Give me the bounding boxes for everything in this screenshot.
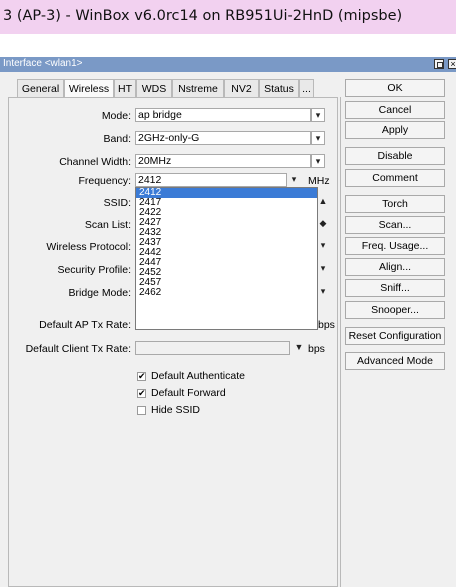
mode-select[interactable]: ap bridge (135, 108, 311, 122)
tab-ht[interactable]: HT (114, 79, 136, 98)
frequency-option[interactable]: 2422 (136, 208, 317, 218)
default-client-tx-rate-label: Default Client Tx Rate: (25, 343, 131, 355)
frequency-input[interactable]: 2412 (135, 173, 287, 187)
tab-wds[interactable]: WDS (136, 79, 172, 98)
frequency-option[interactable]: 2457 (136, 278, 317, 288)
default-forward-label: Default Forward (151, 387, 226, 399)
frequency-option[interactable]: 2442 (136, 248, 317, 258)
window-title: 3 (AP-3) - WinBox v6.0rc14 on RB951Ui-2H… (3, 8, 403, 24)
frequency-option[interactable]: 2452 (136, 268, 317, 278)
sniff-button[interactable]: Sniff... (345, 279, 445, 297)
hide-ssid-label: Hide SSID (151, 404, 201, 416)
comment-button[interactable]: Comment (345, 169, 445, 187)
wireless-protocol-dropdown-icon[interactable]: ▾ (316, 239, 330, 253)
scan-list-label: Scan List: (84, 219, 131, 231)
frequency-option[interactable]: 2412 (136, 188, 317, 198)
bridge-mode-dropdown-icon[interactable]: ▾ (316, 285, 330, 299)
hide-ssid-checkbox[interactable] (137, 406, 146, 415)
close-icon[interactable]: × (448, 59, 456, 69)
dialog-title: Interface <wlan1> (3, 58, 83, 69)
tab-general[interactable]: General (17, 79, 64, 98)
tab-wireless[interactable]: Wireless (64, 79, 114, 99)
reset-configuration-button[interactable]: Reset Configuration (345, 327, 445, 345)
dialog-titlebar: Interface <wlan1> × (0, 57, 456, 72)
scan-list-updown-icon[interactable]: ◆ (316, 217, 330, 231)
cancel-button[interactable]: Cancel (345, 101, 445, 119)
mode-dropdown-icon[interactable]: ▾ (311, 108, 325, 122)
frequency-option[interactable]: 2427 (136, 218, 317, 228)
default-ap-tx-rate-unit: bps (318, 319, 335, 331)
frequency-dropdown-list: 2412 2417 2422 2427 2432 2437 2442 2447 … (135, 187, 318, 330)
default-client-tx-rate-input[interactable] (135, 341, 290, 355)
apply-button[interactable]: Apply (345, 121, 445, 139)
tab-nv2[interactable]: NV2 (224, 79, 259, 98)
maximize-icon[interactable] (434, 59, 444, 69)
tab-status[interactable]: Status (259, 79, 299, 98)
default-client-tx-rate-unit: bps (308, 343, 325, 355)
scan-button[interactable]: Scan... (345, 216, 445, 234)
channel-width-label: Channel Width: (59, 156, 131, 168)
ssid-label: SSID: (103, 197, 131, 209)
frequency-option[interactable]: 2432 (136, 228, 317, 238)
align-button[interactable]: Align... (345, 258, 445, 276)
frequency-option[interactable]: 2417 (136, 198, 317, 208)
default-authenticate-label: Default Authenticate (151, 370, 245, 382)
disable-button[interactable]: Disable (345, 147, 445, 165)
window-titlebar: 3 (AP-3) - WinBox v6.0rc14 on RB951Ui-2H… (0, 0, 456, 34)
freq-usage-button[interactable]: Freq. Usage... (345, 237, 445, 255)
frequency-label: Frequency: (78, 175, 131, 187)
security-profile-label: Security Profile: (57, 264, 131, 276)
frequency-option[interactable]: 2437 (136, 238, 317, 248)
advanced-mode-button[interactable]: Advanced Mode (345, 352, 445, 370)
frequency-option[interactable]: 2462 (136, 288, 317, 298)
frequency-dropdown-icon[interactable]: ▾ (287, 173, 301, 187)
channel-width-dropdown-icon[interactable]: ▾ (311, 154, 325, 168)
security-profile-dropdown-icon[interactable]: ▾ (316, 262, 330, 276)
ssid-expand-icon[interactable]: ▲ (316, 195, 330, 209)
frequency-option[interactable]: 2447 (136, 258, 317, 268)
torch-button[interactable]: Torch (345, 195, 445, 213)
frequency-unit: MHz (308, 175, 330, 187)
band-label: Band: (103, 133, 131, 145)
wireless-protocol-label: Wireless Protocol: (46, 241, 131, 253)
bridge-mode-label: Bridge Mode: (68, 287, 131, 299)
channel-width-select[interactable]: 20MHz (135, 154, 311, 168)
divider (340, 97, 341, 587)
ok-button[interactable]: OK (345, 79, 445, 97)
band-select[interactable]: 2GHz-only-G (135, 131, 311, 145)
tab-more[interactable]: ... (299, 79, 314, 98)
snooper-button[interactable]: Snooper... (345, 301, 445, 319)
mode-label: Mode: (101, 110, 131, 122)
default-forward-checkbox[interactable]: ✔ (137, 389, 146, 398)
default-authenticate-checkbox[interactable]: ✔ (137, 372, 146, 381)
default-ap-tx-rate-label: Default AP Tx Rate: (39, 319, 131, 331)
tab-nstreme[interactable]: Nstreme (172, 79, 224, 98)
band-dropdown-icon[interactable]: ▾ (311, 131, 325, 145)
default-client-tx-rate-dropdown-icon[interactable]: ▼ (292, 341, 306, 355)
